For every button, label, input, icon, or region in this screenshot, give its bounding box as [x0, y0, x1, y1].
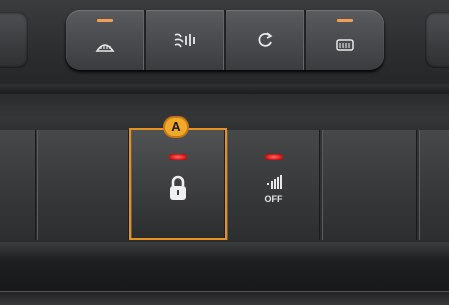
rear-defrost-led [337, 19, 353, 22]
blank-switch-right-1[interactable] [322, 130, 417, 240]
right-side-button[interactable] [425, 12, 449, 68]
recirculation-icon [258, 32, 273, 47]
air-flow-button[interactable] [144, 10, 224, 70]
front-defrost-led [97, 19, 113, 22]
blank-switch-left-2[interactable] [37, 130, 129, 240]
alarm-volumetric-off-button[interactable]: OFF [227, 130, 320, 240]
left-side-button[interactable] [0, 12, 28, 68]
callout-badge: A [163, 116, 189, 138]
blank-switch-left-1[interactable] [0, 130, 36, 240]
recirculation-button[interactable] [224, 10, 304, 70]
trim-strip [0, 84, 449, 94]
front-defrost-icon [95, 44, 115, 52]
rear-defrost-icon [336, 39, 354, 51]
console-lip [0, 291, 449, 305]
rear-defrost-button[interactable] [304, 10, 384, 70]
climate-bar [0, 0, 449, 88]
climate-control-panel [66, 10, 384, 70]
alarm-led [264, 154, 283, 160]
signal-off-icon [266, 175, 282, 189]
blank-switch-right-2[interactable] [419, 130, 449, 240]
callout-frame [129, 128, 227, 240]
dashboard-panel: OFF A [0, 0, 449, 305]
off-label: OFF [264, 194, 283, 204]
front-defrost-button[interactable] [66, 10, 144, 70]
air-flow-icon [174, 33, 195, 48]
